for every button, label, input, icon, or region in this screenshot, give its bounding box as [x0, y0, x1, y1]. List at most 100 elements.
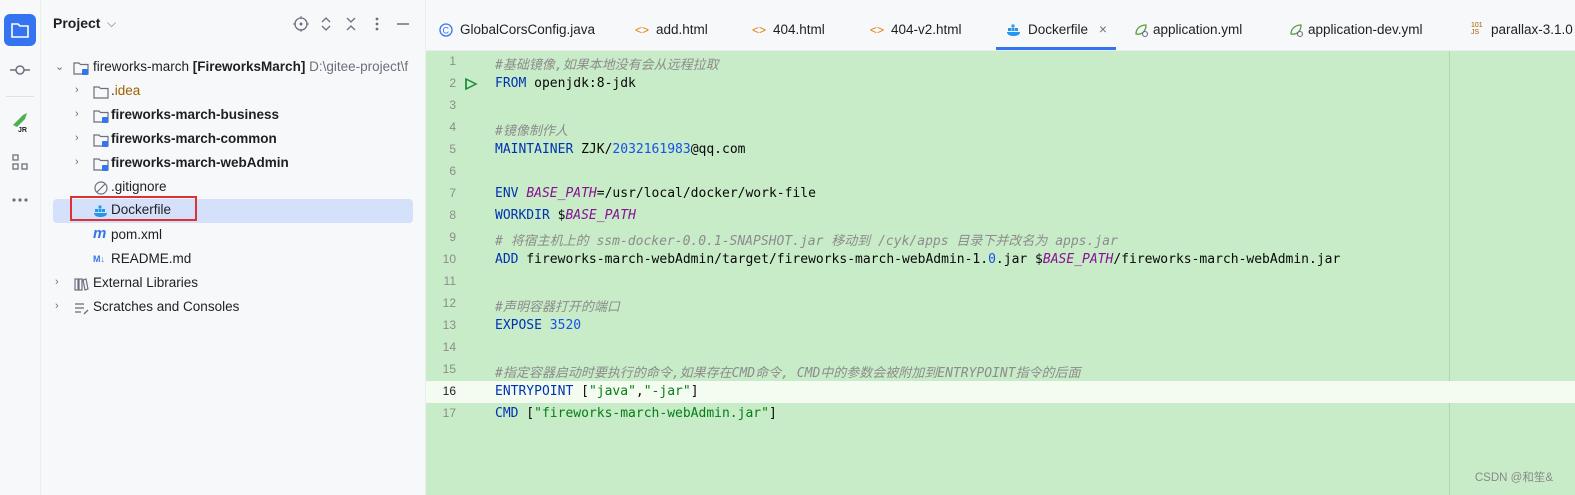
tab-application-dev-yml[interactable]: application-dev.yml: [1288, 10, 1453, 50]
chevron-right-icon[interactable]: ›: [75, 132, 87, 146]
svg-text:C: C: [443, 26, 450, 36]
code-line-9: 9 # 将宿主机上的 ssm-docker-0.0.1-SNAPSHOT.jar…: [426, 227, 1575, 249]
code-comment: # 将宿主机上的 ssm-docker-0.0.1-SNAPSHOT.jar 移…: [495, 234, 1118, 249]
line-number: 15: [442, 362, 456, 376]
kw-env: ENV: [495, 186, 519, 201]
jrebel-tool-button[interactable]: JR: [4, 106, 36, 138]
project-tool-button[interactable]: [4, 14, 36, 46]
chevron-down-icon[interactable]: ⌵: [107, 16, 116, 31]
code-line-14: 14: [426, 337, 1575, 359]
tree-item-readme[interactable]: M↓ README.md: [53, 248, 413, 272]
tab-add-html[interactable]: <> add.html: [634, 10, 734, 50]
js-file-icon: 101 JS: [1471, 22, 1483, 36]
chevron-right-icon[interactable]: ›: [75, 156, 87, 170]
tab-parallax[interactable]: 101 JS parallax-3.1.0: [1471, 10, 1575, 50]
run-gutter-icon[interactable]: [464, 77, 478, 95]
tab-404-v2-html[interactable]: <> 404-v2.html: [869, 10, 984, 50]
module-folder-icon: [73, 60, 89, 76]
tree-item-idea[interactable]: › .idea: [53, 80, 413, 104]
structure-tool-button[interactable]: [4, 146, 36, 178]
code-comment: #声明容器打开的端口: [495, 300, 620, 315]
tree-label: Scratches and Consoles: [93, 299, 240, 314]
tab-globalcorsconfig[interactable]: C GlobalCorsConfig.java: [438, 10, 618, 50]
hide-panel-icon[interactable]: [393, 14, 413, 34]
tree-item-webadmin[interactable]: › fireworks-march-webAdmin: [53, 152, 413, 176]
tab-application-yml[interactable]: application.yml: [1133, 10, 1273, 50]
code-line-6: 6: [426, 161, 1575, 183]
chevron-right-icon[interactable]: ›: [75, 108, 87, 122]
html-icon: <>: [751, 23, 766, 37]
folder-icon: [93, 84, 109, 100]
maven-icon: m: [93, 225, 107, 242]
options-vertical-icon[interactable]: [367, 14, 387, 34]
svg-text:JR: JR: [18, 127, 27, 133]
code-line-16-current: 16 ENTRYPOINT ["java","-jar"]: [426, 381, 1575, 403]
kw-maintainer: MAINTAINER: [495, 142, 574, 157]
module-folder-icon: [93, 132, 109, 148]
code-line-12: 12 #声明容器打开的端口: [426, 293, 1575, 315]
tree-label: fireworks-march-webAdmin: [111, 155, 289, 170]
line-number: 9: [449, 230, 456, 244]
tool-window-strip: JR: [0, 0, 41, 495]
code-line-13: 13 EXPOSE 3520: [426, 315, 1575, 337]
html-icon: <>: [869, 23, 884, 37]
tree-label: External Libraries: [93, 275, 199, 290]
code-line-1: 1 #基础镜像,如果本地没有会从远程拉取: [426, 51, 1575, 73]
tree-root-row[interactable]: ⌄ fireworks-march [FireworksMarch] D:\gi…: [53, 56, 413, 80]
tree-item-scratches[interactable]: › Scratches and Consoles: [53, 296, 413, 320]
library-icon: [73, 276, 89, 292]
spring-config-icon: [1133, 22, 1149, 38]
editor-tabs: C GlobalCorsConfig.java <> add.html <> 4…: [426, 10, 1575, 51]
code-text: ]: [768, 406, 777, 421]
commit-tool-button[interactable]: [4, 54, 36, 86]
code-number: 2032161983: [612, 142, 691, 157]
chevron-right-icon[interactable]: ›: [75, 84, 87, 98]
line-number: 5: [449, 142, 456, 156]
tree-item-pom[interactable]: m pom.xml: [53, 224, 413, 248]
html-icon: <>: [634, 23, 649, 37]
locate-icon[interactable]: [291, 14, 311, 34]
spring-config-icon: [1288, 22, 1304, 38]
code-comment: #镜像制作人: [495, 124, 568, 139]
code-variable: BASE_PATH: [526, 186, 597, 201]
idea-label: idea: [114, 83, 141, 98]
close-icon[interactable]: ×: [1099, 22, 1107, 37]
kw-expose: EXPOSE: [495, 318, 542, 333]
root-path: D:\gitee-project\f: [309, 59, 409, 74]
tree-label: fireworks-march-business: [111, 107, 280, 122]
code-string: "fireworks-march-webAdmin.jar": [534, 406, 769, 421]
ignored-file-icon: [93, 180, 109, 196]
module-folder-icon: [93, 108, 109, 124]
collapse-all-icon[interactable]: [341, 14, 361, 34]
java-class-icon: C: [438, 22, 454, 38]
tab-label: GlobalCorsConfig.java: [460, 22, 596, 37]
chevron-right-icon[interactable]: ›: [55, 300, 67, 314]
code-editor[interactable]: 1 #基础镜像,如果本地没有会从远程拉取 2 FROM openjdk:8-jd…: [426, 51, 1575, 495]
tab-label: add.html: [656, 22, 708, 37]
tree-item-common[interactable]: › fireworks-march-common: [53, 128, 413, 152]
chevron-right-icon[interactable]: ›: [55, 276, 67, 290]
kw-entrypoint: ENTRYPOINT: [495, 384, 574, 399]
line-number: 6: [449, 164, 456, 178]
tree-label: .gitignore: [111, 179, 167, 194]
code-text: @qq.com: [690, 142, 746, 157]
tree-item-external-libraries[interactable]: › External Libraries: [53, 272, 413, 296]
line-number: 7: [449, 186, 456, 200]
code-line-17: 17 CMD ["fireworks-march-webAdmin.jar"]: [426, 403, 1575, 425]
root-project-name: fireworks-march: [93, 59, 190, 74]
line-number: 8: [449, 208, 456, 222]
line-number: 17: [442, 406, 456, 420]
panel-title[interactable]: Project: [53, 15, 100, 31]
tab-dockerfile[interactable]: Dockerfile ×: [996, 10, 1116, 50]
module-folder-icon: [93, 156, 109, 172]
docker-icon: [1006, 22, 1022, 38]
chevron-down-icon[interactable]: ⌄: [55, 60, 67, 74]
tree-item-business[interactable]: › fireworks-march-business: [53, 104, 413, 128]
more-tools-button[interactable]: [4, 184, 36, 216]
code-text: /fireworks-march-webAdmin.jar: [1113, 252, 1341, 267]
code-line-3: 3: [426, 95, 1575, 117]
expand-all-icon[interactable]: [316, 14, 336, 34]
line-number: 16: [442, 384, 456, 398]
code-line-2: 2 FROM openjdk:8-jdk: [426, 73, 1575, 95]
tab-404-html[interactable]: <> 404.html: [751, 10, 851, 50]
